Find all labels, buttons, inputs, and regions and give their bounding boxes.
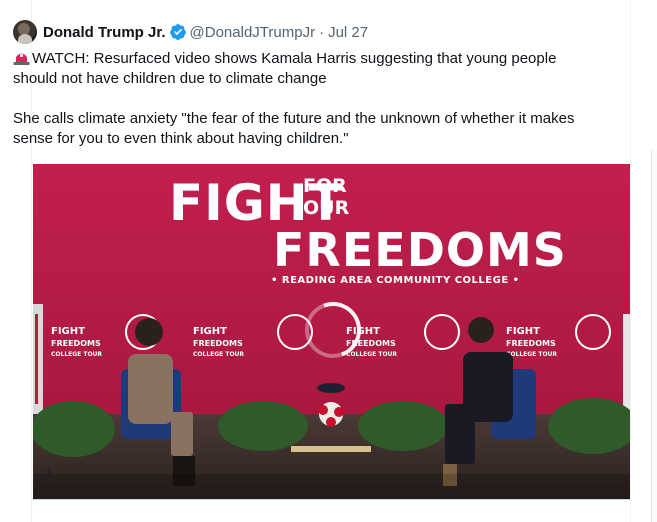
small-logo-2-line3: COLLEGE TOUR — [193, 351, 244, 358]
tweet-date[interactable]: Jul 27 — [328, 24, 368, 41]
small-logo-1-line3: COLLEGE TOUR — [51, 351, 102, 358]
video-vignette — [33, 474, 630, 499]
tweet-text-paragraph-2: She calls climate anxiety "the fear of t… — [13, 110, 575, 147]
small-logo-1-line1: FIGHT — [51, 326, 85, 337]
video-player[interactable]: FIGHT FOR OUR FREEDOMS • READING AREA CO… — [33, 164, 630, 499]
tweet-text: WATCH: Resurfaced video shows Kamala Har… — [13, 49, 588, 149]
small-logo-4-line2: FREEDOMS — [506, 339, 556, 348]
small-logo-2-line1: FIGHT — [193, 326, 227, 337]
small-logo-3-line3: COLLEGE TOUR — [346, 351, 397, 358]
backdrop-headline-freedoms: FREEDOMS — [273, 223, 567, 277]
small-logo-4-line3: COLLEGE TOUR — [506, 351, 557, 358]
left-speaker-body — [128, 354, 173, 424]
backdrop-headline-our: OUR — [303, 197, 350, 219]
small-logo-4-line1: FIGHT — [506, 326, 540, 337]
tweet-text-line-1: WATCH: Resurfaced video shows Kamala Har… — [13, 50, 557, 87]
author-avatar[interactable] — [13, 20, 37, 44]
stage-logo-plate — [317, 383, 345, 393]
author-display-name[interactable]: Donald Trump Jr. — [43, 24, 166, 41]
small-logo-1-line2: FREEDOMS — [51, 339, 101, 348]
small-logo-2-line2: FREEDOMS — [193, 339, 243, 348]
backdrop-subtitle: • READING AREA COMMUNITY COLLEGE • — [271, 275, 520, 286]
header-separator: · — [319, 23, 325, 41]
right-speaker-legs — [445, 404, 475, 464]
coffee-table — [291, 446, 371, 452]
tweet-header: Donald Trump Jr. @DonaldJTrumpJr · Jul 2… — [13, 20, 368, 44]
tweet-text-paragraph-1: WATCH: Resurfaced video shows Kamala Har… — [13, 49, 588, 89]
verified-badge-icon[interactable] — [169, 23, 187, 41]
video-scrubber-handle[interactable] — [47, 469, 51, 487]
author-handle[interactable]: @DonaldJTrumpJr — [190, 24, 316, 41]
media-divider — [33, 499, 630, 500]
flag-right — [623, 314, 630, 414]
left-speaker-legs — [171, 412, 193, 456]
adjacent-panel-edge — [651, 150, 657, 522]
flag-left-stripe — [35, 314, 38, 404]
right-speaker-head — [468, 317, 494, 343]
backdrop-headline-for: FOR — [303, 175, 347, 197]
police-light-icon — [13, 53, 30, 65]
left-speaker-head — [135, 318, 163, 346]
